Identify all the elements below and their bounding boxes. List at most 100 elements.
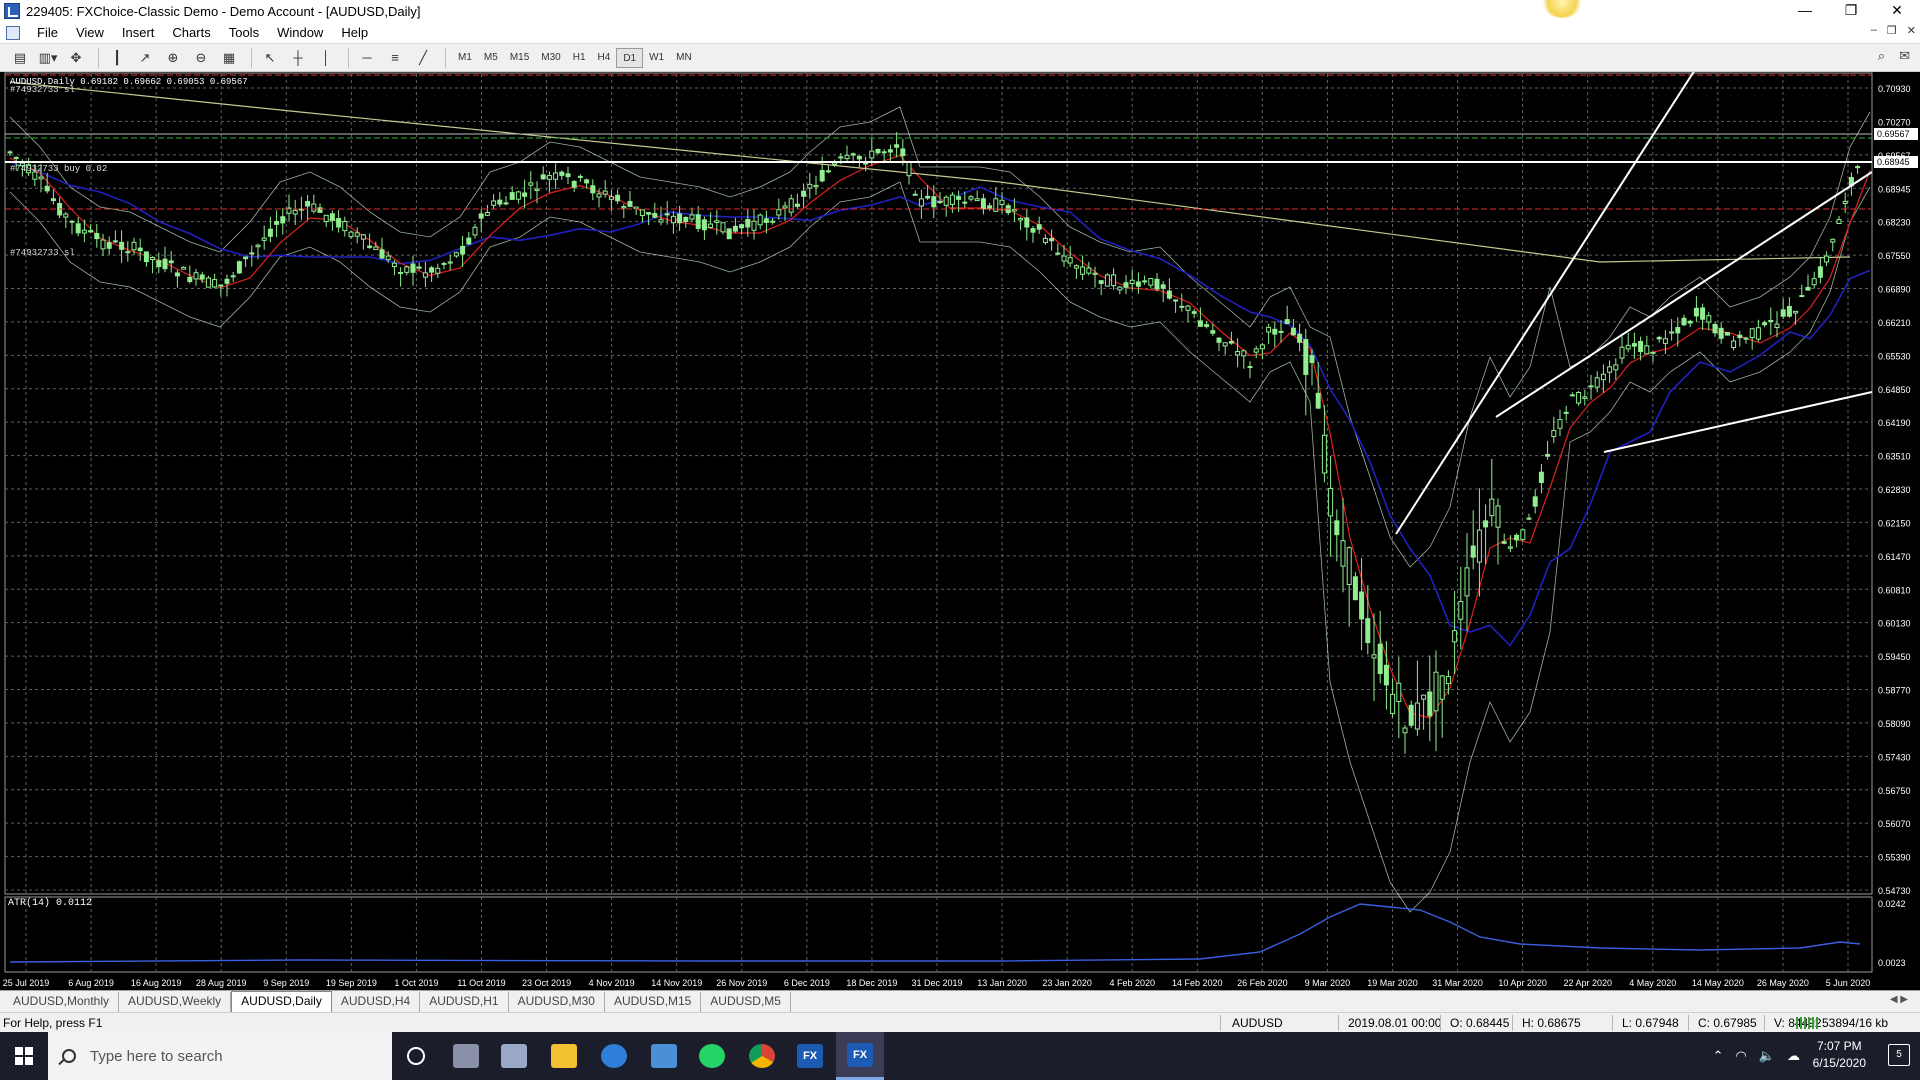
candle-body <box>1607 366 1613 373</box>
tab-audusd-daily[interactable]: AUDUSD,Daily <box>231 991 332 1012</box>
network-icon[interactable]: ◠ <box>1735 1048 1746 1064</box>
candle-body <box>391 262 397 268</box>
tray-chevron-icon[interactable]: ⌃ <box>1713 1048 1724 1064</box>
tools-icon <box>501 1044 527 1068</box>
timeframe-m5[interactable]: M5 <box>478 48 504 68</box>
cursor-icon[interactable]: ↖ <box>258 47 282 69</box>
horizontal-line-icon[interactable]: ─ <box>355 47 379 69</box>
price-axis-label: 0.67550 <box>1878 251 1911 261</box>
timeframe-m1[interactable]: M1 <box>452 48 478 68</box>
date-axis-label: 4 Nov 2019 <box>589 978 635 988</box>
menu-charts[interactable]: Charts <box>163 25 219 40</box>
tab-audusd-m5[interactable]: AUDUSD,M5 <box>701 992 791 1012</box>
candle-body <box>1669 331 1675 334</box>
timeframe-h1[interactable]: H1 <box>567 48 592 68</box>
candle-body <box>819 169 825 182</box>
date-axis-label: 14 Feb 2020 <box>1172 978 1223 988</box>
chat-icon[interactable]: ✉ <box>1899 48 1910 64</box>
taskbar-app-remote[interactable] <box>640 1032 688 1080</box>
timeframe-mn[interactable]: MN <box>670 48 698 68</box>
date-axis-label: 14 Nov 2019 <box>651 978 702 988</box>
candle-body <box>1793 310 1799 314</box>
maximize-button[interactable]: ❐ <box>1828 0 1874 22</box>
candle-body <box>1210 330 1216 334</box>
tile-windows-icon[interactable]: ▦ <box>217 47 241 69</box>
timeframe-w1[interactable]: W1 <box>643 48 670 68</box>
crosshair-move-icon[interactable]: ✥ <box>64 47 88 69</box>
timeframe-d1[interactable]: D1 <box>616 47 644 68</box>
minimize-button[interactable]: — <box>1782 0 1828 22</box>
price-chart[interactable]: 0.70930 0.70270 0.69567 0.68945 0.68230 0.675… <box>0 72 1920 990</box>
document-icon[interactable] <box>6 25 20 40</box>
timeframe-m30[interactable]: M30 <box>535 48 566 68</box>
taskbar-app-tools[interactable] <box>490 1032 538 1080</box>
date-axis-label: 25 Jul 2019 <box>3 978 50 988</box>
toolbar-separator <box>98 47 99 68</box>
date-axis-label: 6 Dec 2019 <box>784 978 830 988</box>
tab-audusd-h1[interactable]: AUDUSD,H1 <box>420 992 509 1012</box>
taskbar-app-whatsapp[interactable] <box>688 1032 736 1080</box>
menu-view[interactable]: View <box>67 25 113 40</box>
candle-body <box>1563 411 1569 414</box>
menu-file[interactable]: File <box>28 25 67 40</box>
onedrive-icon[interactable]: ☁ <box>1787 1048 1800 1064</box>
zoom-in-icon[interactable]: ⊕ <box>161 47 185 69</box>
candle-body <box>1836 219 1842 224</box>
indicator-label: ATR(14) 0.0112 <box>8 898 93 909</box>
tab-audusd-h4[interactable]: AUDUSD,H4 <box>332 992 421 1012</box>
start-button[interactable] <box>0 1032 48 1080</box>
taskbar-search[interactable]: Type here to search <box>48 1032 392 1080</box>
windows-icon <box>15 1047 33 1065</box>
candle-body <box>931 196 937 208</box>
tab-audusd-m15[interactable]: AUDUSD,M15 <box>605 992 702 1012</box>
taskbar-app-fxchoice-1[interactable]: FX <box>786 1032 834 1080</box>
mdi-close-icon[interactable]: ✕ <box>1907 24 1916 37</box>
menu-window[interactable]: Window <box>268 25 332 40</box>
zoom-out-icon[interactable]: ⊖ <box>189 47 213 69</box>
mdi-minimize-icon[interactable]: – <box>1871 24 1877 37</box>
candle-body <box>224 278 230 284</box>
candle-body <box>608 196 614 200</box>
candle-body <box>1160 284 1166 289</box>
search-icon[interactable]: ⌕ <box>1878 48 1885 64</box>
taskbar-app-chrome[interactable] <box>738 1032 786 1080</box>
tab-scroll-arrows-icon[interactable]: ◀ ▶ <box>1890 994 1908 1005</box>
candle-body <box>980 198 986 210</box>
trendline-icon[interactable]: ╱ <box>411 47 435 69</box>
taskbar-app-folder[interactable] <box>540 1032 588 1080</box>
profiles-icon[interactable]: ▥▾ <box>36 47 60 69</box>
price-axis-label: 0.62150 <box>1878 518 1911 528</box>
vertical-line-icon[interactable]: │ <box>314 47 338 69</box>
timeframe-h4[interactable]: H4 <box>592 48 617 68</box>
notification-center-icon[interactable]: 5 <box>1888 1044 1910 1066</box>
cortana-button[interactable] <box>392 1032 440 1080</box>
bar-chart-icon[interactable]: ┃ <box>105 47 129 69</box>
candle-body <box>1557 419 1563 429</box>
line-chart-icon[interactable]: ↗ <box>133 47 157 69</box>
chart-window[interactable]: 0.70930 0.70270 0.69567 0.68945 0.68230 0.675… <box>0 72 1920 990</box>
taskbar-app-edge[interactable] <box>590 1032 638 1080</box>
taskbar-app-fxchoice-2[interactable]: FX <box>836 1032 884 1080</box>
menu-help[interactable]: Help <box>332 25 377 40</box>
price-axis-label: 0.60810 <box>1878 585 1911 595</box>
candle-body <box>887 149 893 153</box>
tab-audusd-weekly[interactable]: AUDUSD,Weekly <box>119 992 232 1012</box>
candle-body <box>1619 346 1625 359</box>
candle-body <box>342 220 348 232</box>
crosshair-icon[interactable]: ┼ <box>286 47 310 69</box>
candle-body <box>838 156 844 159</box>
status-close: C: 0.67985 <box>1698 1016 1757 1030</box>
menu-insert[interactable]: Insert <box>113 25 164 40</box>
close-button[interactable]: ✕ <box>1874 0 1920 22</box>
taskbar-app-explorer-files[interactable] <box>442 1032 490 1080</box>
new-chart-icon[interactable]: ▤ <box>8 47 32 69</box>
menu-tools[interactable]: Tools <box>220 25 268 40</box>
channel-icon[interactable]: ≡ <box>383 47 407 69</box>
tab-audusd-m30[interactable]: AUDUSD,M30 <box>509 992 605 1012</box>
timeframe-m15[interactable]: M15 <box>504 48 535 68</box>
tab-audusd-monthly[interactable]: AUDUSD,Monthly <box>4 992 120 1012</box>
window-controls: — ❐ ✕ <box>1782 0 1920 22</box>
volume-icon[interactable]: 🔈 <box>1759 1048 1775 1064</box>
taskbar-clock[interactable]: 7:07 PM 6/15/2020 <box>1813 1038 1866 1072</box>
mdi-restore-icon[interactable]: ❐ <box>1887 24 1897 37</box>
